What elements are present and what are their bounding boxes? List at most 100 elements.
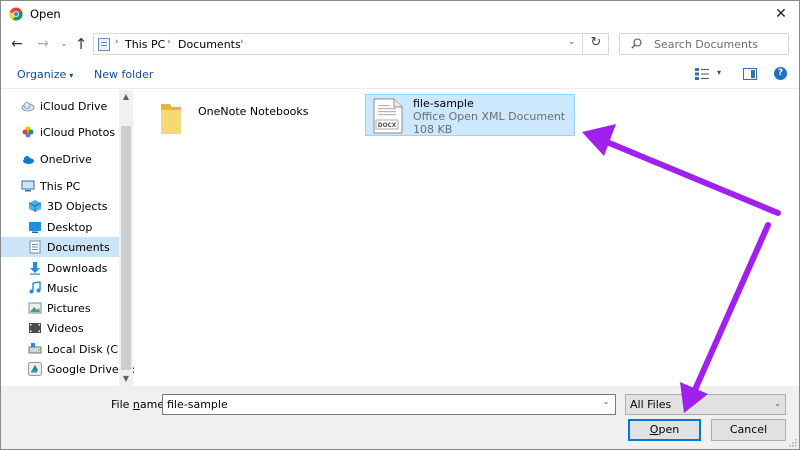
recent-locations-button[interactable]: ⌄ <box>58 34 70 54</box>
change-view-icon[interactable] <box>695 68 709 80</box>
nav-item-label: Local Disk (C:) <box>47 343 127 356</box>
scroll-up-icon[interactable]: ▲ <box>119 90 133 104</box>
downloads-icon <box>30 262 40 275</box>
icloud-photos-icon <box>22 126 34 138</box>
local-disk-icon <box>28 343 42 354</box>
organize-label: Organize <box>17 68 67 81</box>
nav-item-documents[interactable]: Documents <box>1 237 119 257</box>
music-icon <box>29 281 41 294</box>
nav-item-label: Downloads <box>47 262 108 275</box>
breadcrumb-this-pc[interactable]: This PC <box>125 38 165 51</box>
nav-item-this-pc[interactable]: This PC <box>1 176 119 196</box>
nav-item-label: iCloud Photos <box>40 126 116 139</box>
nav-item-downloads[interactable]: Downloads <box>1 258 119 278</box>
onedrive-icon <box>23 156 34 164</box>
scroll-thumb[interactable] <box>121 126 131 370</box>
search-input[interactable]: Search Documents <box>619 33 789 55</box>
google-drive-icon <box>28 362 42 376</box>
navigation-pane: iCloud Drive iCloud Photos OneDrive This… <box>1 90 134 386</box>
nav-item-label: OneDrive <box>40 153 92 166</box>
arrow-up-icon: ↑ <box>74 35 88 53</box>
breadcrumb-separator-icon[interactable]: › <box>240 37 244 47</box>
nav-item-onedrive[interactable]: OneDrive <box>1 149 119 169</box>
back-button[interactable]: ← <box>7 34 27 54</box>
chevron-down-icon: ⌄ <box>60 39 68 48</box>
documents-icon <box>29 240 41 254</box>
folder-item-onenote-notebooks[interactable]: OneNote Notebooks <box>149 94 349 140</box>
videos-icon <box>29 323 41 333</box>
breadcrumb-separator-icon[interactable]: › <box>115 37 119 47</box>
chrome-icon <box>9 7 23 21</box>
address-divider <box>582 34 583 54</box>
chevron-down-icon: ⌄ <box>774 399 781 408</box>
pictures-icon <box>28 302 42 314</box>
resize-grip-icon[interactable] <box>789 439 797 447</box>
scroll-down-icon[interactable]: ▼ <box>119 372 133 386</box>
nav-item-label: Music <box>47 282 79 295</box>
command-bar: Organize ▾ New folder ▾ ? <box>1 61 799 89</box>
icloud-drive-icon <box>21 102 35 112</box>
dialog-footer: File name: ⌄ All Files ⌄ Open Cancel <box>1 386 799 449</box>
breadcrumb-separator-icon[interactable]: › <box>167 37 171 47</box>
search-icon <box>631 38 642 49</box>
nav-item-videos[interactable]: Videos <box>1 318 119 338</box>
up-button[interactable]: ↑ <box>72 34 90 54</box>
arrow-left-icon: ← <box>11 36 23 52</box>
nav-scrollbar[interactable]: ▲ ▼ <box>119 90 133 386</box>
organize-button[interactable]: Organize ▾ <box>17 68 73 81</box>
docx-file-icon: DOCX <box>373 98 403 134</box>
forward-button[interactable]: → <box>33 34 53 54</box>
cancel-button[interactable]: Cancel <box>711 419 786 441</box>
open-button[interactable]: Open <box>628 419 701 441</box>
folder-name: OneNote Notebooks <box>198 105 309 118</box>
file-name: file-sample <box>413 97 474 110</box>
search-placeholder: Search Documents <box>654 38 759 51</box>
folder-icon <box>161 104 181 134</box>
breadcrumb-documents[interactable]: Documents <box>178 38 241 51</box>
nav-item-desktop[interactable]: Desktop <box>1 217 119 237</box>
this-pc-icon <box>21 180 35 192</box>
help-button[interactable]: ? <box>774 67 787 80</box>
nav-item-music[interactable]: Music <box>1 278 119 298</box>
file-name-dropdown-icon[interactable]: ⌄ <box>599 397 613 406</box>
title-bar: Open ✕ <box>1 1 799 27</box>
address-row: ← → ⌄ ↑ › This PC › Documents › ⌄ ↻ Sear… <box>1 29 799 59</box>
file-item-file-sample[interactable]: DOCX file-sample Office Open XML Documen… <box>365 94 575 136</box>
nav-item-local-disk[interactable]: Local Disk (C:) <box>1 339 126 359</box>
file-name-combobox[interactable]: ⌄ <box>162 394 616 415</box>
close-icon: ✕ <box>775 6 787 22</box>
nav-item-label: Documents <box>47 241 110 254</box>
file-name-input[interactable] <box>163 395 597 414</box>
file-type-filter-select[interactable]: All Files ⌄ <box>625 394 786 415</box>
file-name-label: File name: <box>111 398 168 411</box>
preview-pane-button[interactable] <box>743 68 757 80</box>
nav-item-icloud-drive[interactable]: iCloud Drive <box>1 96 119 116</box>
nav-item-3d-objects[interactable]: 3D Objects <box>1 196 119 216</box>
file-list: OneNote Notebooks DOCX file-sample Offic… <box>135 90 799 386</box>
nav-item-google-drive[interactable]: Google Drive (F:) <box>1 359 134 379</box>
open-file-dialog: Open ✕ ← → ⌄ ↑ › This PC › Documents › ⌄… <box>0 0 800 450</box>
3d-objects-icon <box>28 200 42 212</box>
address-history-dropdown-icon[interactable]: ⌄ <box>568 37 582 47</box>
nav-item-label: Pictures <box>47 302 91 315</box>
caret-down-icon: ▾ <box>69 71 74 80</box>
close-button[interactable]: ✕ <box>767 2 795 26</box>
new-folder-button[interactable]: New folder <box>94 68 153 81</box>
desktop-icon <box>29 222 41 233</box>
file-type-filter-value: All Files <box>630 398 672 411</box>
this-pc-icon <box>98 38 110 51</box>
view-options-caret-icon[interactable]: ▾ <box>717 68 721 77</box>
file-size: 108 KB <box>413 123 453 136</box>
refresh-icon: ↻ <box>590 35 602 50</box>
refresh-button[interactable]: ↻ <box>587 35 605 50</box>
docx-badge: DOCX <box>378 123 397 129</box>
address-bar[interactable]: › This PC › Documents › ⌄ ↻ <box>93 33 609 55</box>
nav-item-label: This PC <box>40 180 81 193</box>
nav-item-label: Videos <box>47 322 84 335</box>
help-icon: ? <box>777 68 784 78</box>
nav-item-label: iCloud Drive <box>40 100 108 113</box>
nav-item-icloud-photos[interactable]: iCloud Photos <box>1 122 119 142</box>
nav-item-pictures[interactable]: Pictures <box>1 298 119 318</box>
window-title: Open <box>30 7 61 21</box>
arrow-right-icon: → <box>37 36 49 52</box>
